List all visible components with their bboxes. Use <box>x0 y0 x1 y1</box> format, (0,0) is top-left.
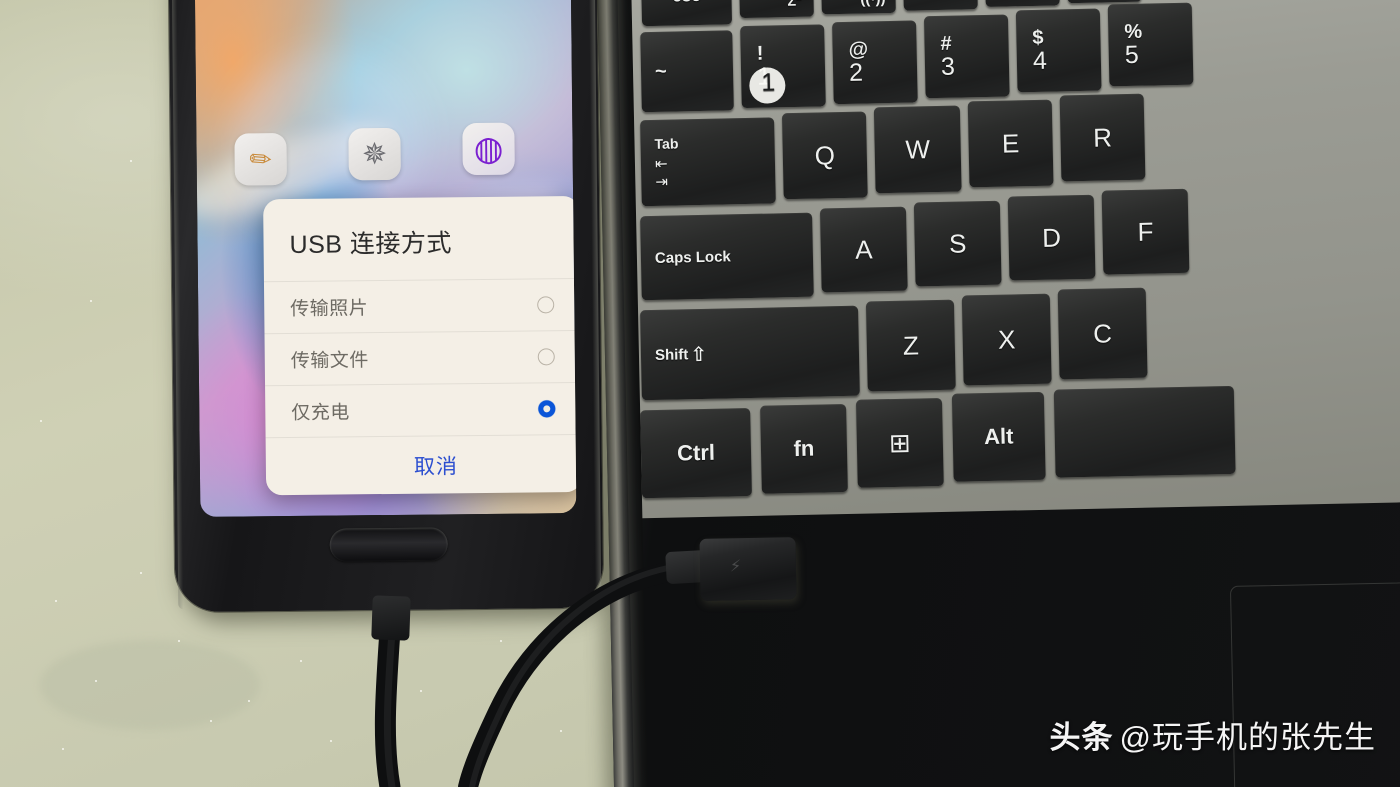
dialog-title: USB 连接方式 <box>289 229 453 260</box>
windows-logo-icon: ⊞ <box>888 427 912 458</box>
key-label: F <box>1137 216 1154 247</box>
key-shift[interactable]: Shift ⇧ <box>640 305 860 401</box>
key-windows[interactable]: ⊞ <box>855 397 944 488</box>
phone-home-button[interactable] <box>329 527 448 562</box>
watermark: 头条 @玩手机的张先生 <box>1050 712 1376 757</box>
key-tab[interactable]: Tab ⇤ ⇥ <box>640 117 776 207</box>
key-label: Alt <box>983 423 1014 450</box>
key-label: S <box>948 227 967 259</box>
key-1[interactable]: ! 1 1 <box>740 24 826 109</box>
key-symbol: ~ <box>654 60 667 83</box>
key-label: D <box>1041 221 1062 253</box>
key-backtick[interactable]: ~ <box>640 30 734 113</box>
key-number: 2 <box>848 58 864 87</box>
key-label: X <box>997 323 1016 355</box>
key-x[interactable]: X <box>961 293 1052 386</box>
key-number-overlay: 1 <box>761 68 776 97</box>
key-label: A <box>854 233 873 265</box>
watermark-handle: @玩手机的张先生 <box>1119 720 1376 755</box>
key-f3[interactable]: F3 <box>902 0 978 11</box>
app-icon-browser[interactable]: ◍ <box>462 122 515 176</box>
key-f5[interactable]: F5 ▦ <box>1066 0 1142 4</box>
key-w[interactable]: W <box>873 105 962 194</box>
key-symbol: # <box>940 32 952 55</box>
key-label: fn <box>793 435 815 462</box>
compass-icon: ✵ <box>361 137 388 171</box>
key-e[interactable]: E <box>967 99 1054 188</box>
tab-arrows-icon: ⇤ ⇥ <box>654 155 668 191</box>
browser-icon: ◍ <box>473 129 504 169</box>
key-label: Ctrl <box>676 439 716 466</box>
key-f4[interactable]: F4 <box>984 0 1060 7</box>
radio-charge-only[interactable] <box>538 400 556 418</box>
key-label: Tab <box>654 134 679 152</box>
key-ctrl[interactable]: Ctrl <box>640 407 752 499</box>
key-label: Z <box>902 329 920 361</box>
usb-connection-dialog: USB 连接方式 传输照片 传输文件 仅充电 取消 <box>263 195 577 496</box>
sleep-icon: ZZ <box>787 0 801 10</box>
key-label: esc <box>672 0 701 7</box>
key-z[interactable]: Z <box>865 299 956 392</box>
app-icon-compass[interactable]: ✵ <box>348 127 401 181</box>
watermark-brand: 头条 <box>1049 720 1114 755</box>
desk-smudge <box>40 640 260 730</box>
key-3[interactable]: # 3 <box>923 14 1010 99</box>
key-s[interactable]: S <box>913 200 1002 287</box>
key-esc[interactable]: esc <box>640 0 733 27</box>
key-space[interactable] <box>1053 385 1236 478</box>
usb-plug-phone-end <box>371 595 411 641</box>
key-f1[interactable]: F1 ZZ <box>738 0 814 19</box>
key-symbol: % <box>1124 20 1143 43</box>
shift-arrow-icon: ⇧ <box>690 343 708 366</box>
key-number: 5 <box>1124 40 1139 69</box>
key-f2[interactable]: F2 ((•)) <box>820 0 896 15</box>
option-label: 仅充电 <box>291 402 350 424</box>
key-label: Q <box>814 139 836 171</box>
option-transfer-photos[interactable]: 传输照片 <box>263 277 577 334</box>
phone: ✎ ✵ ◍ USB 连接方式 传输照片 传输文件 仅充电 取消 <box>168 0 604 613</box>
key-fn[interactable]: fn <box>760 403 848 494</box>
key-4[interactable]: $ 4 <box>1015 8 1102 93</box>
laptop: esc F1 ZZ F2 ((•)) F3 F4 F5 ▦ ~ <box>597 0 1400 787</box>
key-alt[interactable]: Alt <box>951 391 1046 482</box>
wifi-icon: ((•)) <box>860 0 886 8</box>
key-label: C <box>1092 317 1113 349</box>
app-icon-notes[interactable]: ✎ <box>234 133 287 186</box>
key-label: Shift <box>654 345 689 364</box>
key-label: R <box>1092 121 1113 153</box>
cancel-button[interactable]: 取消 <box>265 433 577 496</box>
key-c[interactable]: C <box>1057 287 1148 380</box>
key-label: E <box>1001 127 1020 159</box>
key-label: Caps Lock <box>654 247 731 267</box>
radio-transfer-files[interactable] <box>537 348 555 366</box>
usb-plug-laptop-end: ⚡ <box>699 537 797 601</box>
option-label: 传输文件 <box>290 350 369 373</box>
usb-logo-icon: ⚡ <box>729 558 742 576</box>
photo-scene: esc F1 ZZ F2 ((•)) F3 F4 F5 ▦ ~ <box>0 0 1400 787</box>
key-symbol: ! <box>756 42 764 65</box>
option-transfer-files[interactable]: 传输文件 <box>264 329 577 386</box>
key-r[interactable]: R <box>1059 93 1146 182</box>
radio-transfer-photos[interactable] <box>537 296 555 314</box>
key-symbol: @ <box>848 38 869 61</box>
key-label: W <box>905 133 931 165</box>
key-d[interactable]: D <box>1007 194 1096 281</box>
key-number: 3 <box>940 52 956 81</box>
key-a[interactable]: A <box>819 206 908 293</box>
option-label: 传输照片 <box>290 298 369 321</box>
key-number: 4 <box>1032 46 1048 75</box>
key-f[interactable]: F <box>1101 188 1190 275</box>
key-caps-lock[interactable]: Caps Lock <box>640 212 814 301</box>
key-2[interactable]: @ 2 <box>832 20 918 105</box>
option-charge-only[interactable]: 仅充电 <box>265 381 577 438</box>
phone-screen: ✎ ✵ ◍ USB 连接方式 传输照片 传输文件 仅充电 取消 <box>194 0 577 517</box>
key-symbol: $ <box>1032 26 1044 49</box>
key-5[interactable]: % 5 <box>1107 2 1194 87</box>
key-q[interactable]: Q <box>781 111 868 200</box>
keyboard-deck: esc F1 ZZ F2 ((•)) F3 F4 F5 ▦ ~ <box>630 0 1400 519</box>
